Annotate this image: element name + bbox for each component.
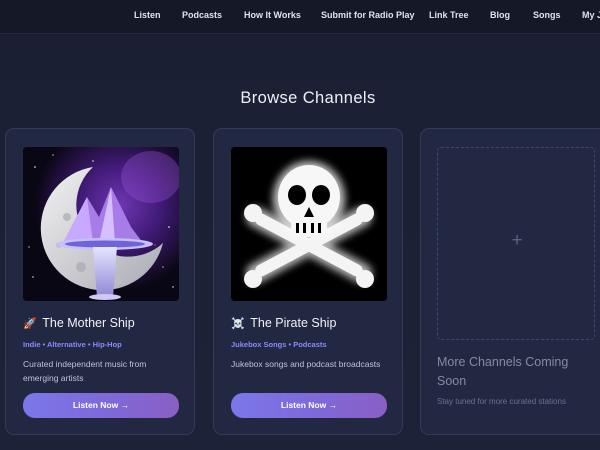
nav-link-how-it-works[interactable]: How It Works <box>244 10 301 20</box>
nav-link-my-account[interactable]: My J <box>582 10 600 20</box>
channel-title: ☠️ The Pirate Ship <box>231 316 401 330</box>
nav-link-link-tree[interactable]: Link Tree <box>429 10 469 20</box>
top-nav: Listen Podcasts How It Works Submit for … <box>0 0 600 34</box>
skull-crossbones-icon: ☠️ <box>231 318 245 330</box>
channel-title-text: The Pirate Ship <box>250 316 337 330</box>
rocket-icon: 🚀 <box>23 318 37 330</box>
channel-tags: Indie • Alternative • Hip-Hop <box>23 340 122 349</box>
nav-link-songs[interactable]: Songs <box>533 10 561 20</box>
channel-title-text: The Mother Ship <box>42 316 135 330</box>
nav-link-listen[interactable]: Listen <box>134 10 161 20</box>
channel-description: Jukebox songs and podcast broadcasts <box>231 359 381 369</box>
channel-card-mother-ship[interactable]: 🚀 The Mother Ship Indie • Alternative • … <box>5 128 195 435</box>
placeholder-artwork: + <box>437 147 595 340</box>
mother-ship-artwork <box>23 147 179 301</box>
channel-description: Curated independent music from emerging … <box>23 359 147 383</box>
nav-link-submit-radio-play[interactable]: Submit for Radio Play <box>321 10 415 20</box>
listen-now-button[interactable]: Listen Now → <box>231 393 387 418</box>
channel-title: 🚀 The Mother Ship <box>23 316 193 330</box>
pirate-ship-artwork <box>231 147 387 301</box>
nav-link-podcasts[interactable]: Podcasts <box>182 10 222 20</box>
page-body: Browse Channels 🚀 The Mother Ship Indie … <box>0 35 600 450</box>
nav-link-blog[interactable]: Blog <box>490 10 510 20</box>
page-title: Browse Channels <box>240 89 376 107</box>
channel-tags: Jukebox Songs • Podcasts <box>231 340 327 349</box>
coming-soon-description: Stay tuned for more curated stations <box>437 397 566 406</box>
plus-icon: + <box>511 230 523 251</box>
listen-now-button[interactable]: Listen Now → <box>23 393 179 418</box>
coming-soon-card: + More Channels Coming Soon Stay tuned f… <box>420 128 600 435</box>
channel-card-pirate-ship[interactable]: ☠️ The Pirate Ship Jukebox Songs • Podca… <box>213 128 403 435</box>
coming-soon-title: More Channels Coming Soon <box>437 355 569 388</box>
